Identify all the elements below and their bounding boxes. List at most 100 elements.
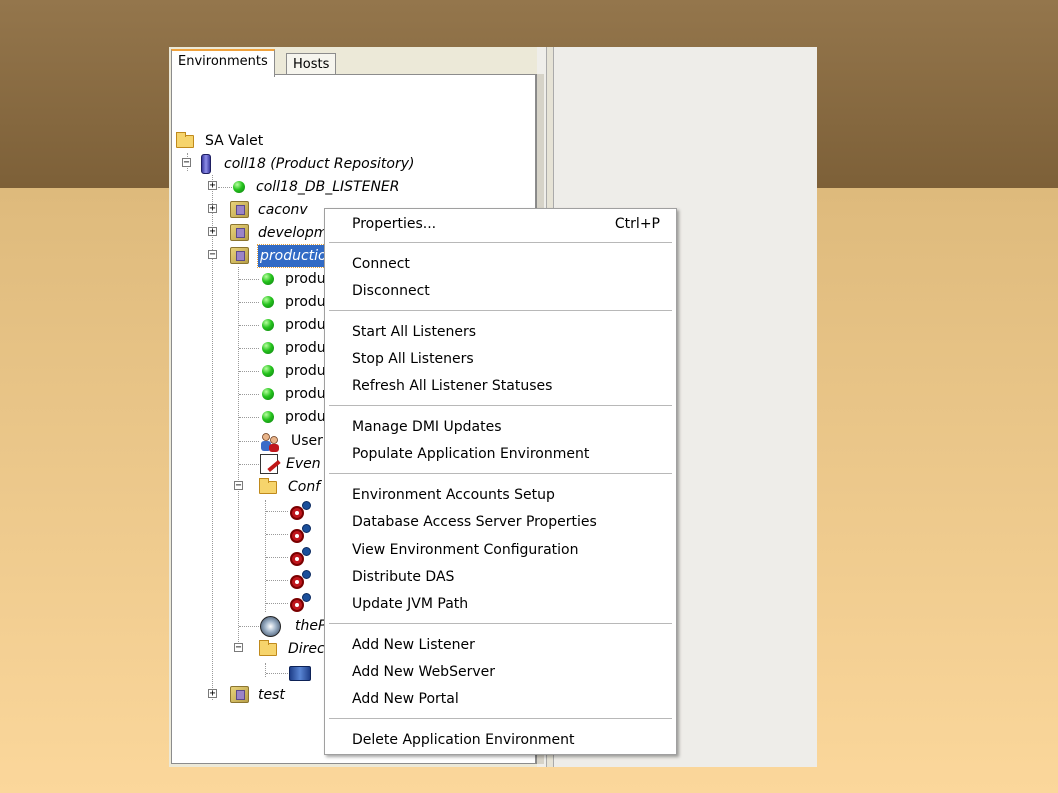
menu-item-label: Database Access Server Properties: [352, 514, 597, 530]
tree-node-directory[interactable]: − Direc: [174, 638, 334, 660]
tree-line: [239, 417, 259, 418]
tree-node-web[interactable]: theP: [174, 615, 334, 637]
environment-icon: [230, 201, 249, 218]
expand-icon[interactable]: +: [208, 204, 217, 214]
menu-item-refresh-listener-statuses[interactable]: Refresh All Listener Statuses: [325, 373, 676, 399]
globe-icon: [260, 616, 281, 637]
status-green-icon: [262, 342, 274, 354]
menu-item-delete-application-environment[interactable]: Delete Application Environment: [325, 727, 676, 753]
menu-item-add-new-portal[interactable]: Add New Portal: [325, 686, 676, 712]
tree-node-config-item[interactable]: [174, 500, 334, 522]
tree-line: [239, 348, 259, 349]
tree-line: [266, 511, 288, 512]
tree-line: [266, 580, 288, 581]
collapse-icon[interactable]: −: [182, 158, 191, 168]
tree-line: [218, 187, 232, 188]
menu-item-start-all-listeners[interactable]: Start All Listeners: [325, 319, 676, 345]
environment-icon: [230, 247, 249, 264]
collapse-icon[interactable]: −: [234, 643, 243, 653]
users-icon: [261, 433, 279, 452]
tree-line: [266, 673, 288, 674]
menu-separator: [329, 623, 672, 624]
menu-item-label: Stop All Listeners: [352, 351, 474, 367]
menu-separator: [329, 405, 672, 406]
tree-node-prod-listener[interactable]: produ: [174, 314, 334, 336]
tree-node-prod-listener[interactable]: produ: [174, 406, 334, 428]
tree-line: [266, 603, 288, 604]
tree-node-repository[interactable]: − coll18 (Product Repository): [174, 153, 474, 175]
menu-item-manage-dmi-updates[interactable]: Manage DMI Updates: [325, 414, 676, 440]
tree-line: [266, 534, 288, 535]
menu-item-label: Disconnect: [352, 283, 430, 299]
menu-item-label: Refresh All Listener Statuses: [352, 378, 553, 394]
tree-node-config[interactable]: − Conf: [174, 476, 334, 498]
tab-environments[interactable]: Environments: [171, 49, 275, 77]
gear-icon: [302, 593, 311, 602]
tree-node-users[interactable]: User: [174, 430, 334, 452]
menu-item-stop-all-listeners[interactable]: Stop All Listeners: [325, 346, 676, 372]
expand-icon[interactable]: +: [208, 181, 217, 191]
menu-item-label: Add New Portal: [352, 691, 459, 707]
tree-line: [239, 279, 259, 280]
menu-item-view-environment-configuration[interactable]: View Environment Configuration: [325, 537, 676, 563]
tree-line: [266, 557, 288, 558]
tree-node-directory-item[interactable]: [174, 662, 334, 684]
collapse-icon[interactable]: −: [234, 481, 243, 491]
menu-item-populate-environment[interactable]: Populate Application Environment: [325, 441, 676, 467]
tree-line: [239, 626, 259, 627]
menu-item-das-properties[interactable]: Database Access Server Properties: [325, 509, 676, 535]
menu-item-label: Add New Listener: [352, 637, 475, 653]
tree-node-prod-listener[interactable]: produ: [174, 360, 334, 382]
status-green-icon: [262, 319, 274, 331]
gear-icon: [302, 501, 311, 510]
status-green-icon: [233, 181, 245, 193]
tree-line: [239, 325, 259, 326]
environment-icon: [230, 224, 249, 241]
collapse-icon[interactable]: −: [208, 250, 217, 260]
tree-line: [239, 464, 259, 465]
menu-item-shortcut: Ctrl+P: [614, 216, 660, 232]
gear-icon: [302, 524, 311, 533]
gear-icon: [302, 547, 311, 556]
tree-node-listener[interactable]: + coll18_DB_LISTENER: [174, 176, 474, 198]
menu-item-label: Manage DMI Updates: [352, 419, 502, 435]
tree-node-prod-listener[interactable]: produ: [174, 383, 334, 405]
menu-item-label: Populate Application Environment: [352, 446, 590, 462]
tree-node-prod-listener[interactable]: produ: [174, 268, 334, 290]
tree-line: [239, 441, 259, 442]
menu-item-environment-accounts-setup[interactable]: Environment Accounts Setup: [325, 482, 676, 508]
menu-item-label: Distribute DAS: [352, 569, 455, 585]
menu-separator: [329, 473, 672, 474]
book-icon: [289, 666, 311, 681]
tree-node-config-item[interactable]: [174, 569, 334, 591]
menu-item-label: Delete Application Environment: [352, 732, 575, 748]
tab-hosts[interactable]: Hosts: [286, 53, 337, 76]
tree-node-config-item[interactable]: [174, 523, 334, 545]
status-green-icon: [262, 388, 274, 400]
menu-item-add-new-listener[interactable]: Add New Listener: [325, 632, 676, 658]
environment-icon: [230, 686, 249, 703]
expand-icon[interactable]: +: [208, 227, 217, 237]
menu-item-properties[interactable]: Properties... Ctrl+P: [325, 211, 676, 237]
tree-node-root[interactable]: SA Valet: [174, 130, 374, 152]
menu-separator: [329, 718, 672, 719]
expand-icon[interactable]: +: [208, 689, 217, 699]
menu-separator: [329, 242, 672, 243]
tree-node-prod-listener[interactable]: produ: [174, 337, 334, 359]
menu-item-update-jvm-path[interactable]: Update JVM Path: [325, 591, 676, 617]
status-green-icon: [262, 296, 274, 308]
menu-separator: [329, 310, 672, 311]
menu-item-add-new-webserver[interactable]: Add New WebServer: [325, 659, 676, 685]
tree-line: [239, 394, 259, 395]
tree-node-prod-listener[interactable]: produ: [174, 291, 334, 313]
tree-node-config-item[interactable]: [174, 546, 334, 568]
tree-node-events[interactable]: Even: [174, 453, 334, 475]
menu-item-label: Add New WebServer: [352, 664, 495, 680]
folder-icon: [259, 478, 277, 494]
repository-icon: [201, 154, 211, 174]
menu-item-disconnect[interactable]: Disconnect: [325, 278, 676, 304]
tree-node-config-item[interactable]: [174, 592, 334, 614]
status-green-icon: [262, 411, 274, 423]
menu-item-connect[interactable]: Connect: [325, 251, 676, 277]
menu-item-distribute-das[interactable]: Distribute DAS: [325, 564, 676, 590]
